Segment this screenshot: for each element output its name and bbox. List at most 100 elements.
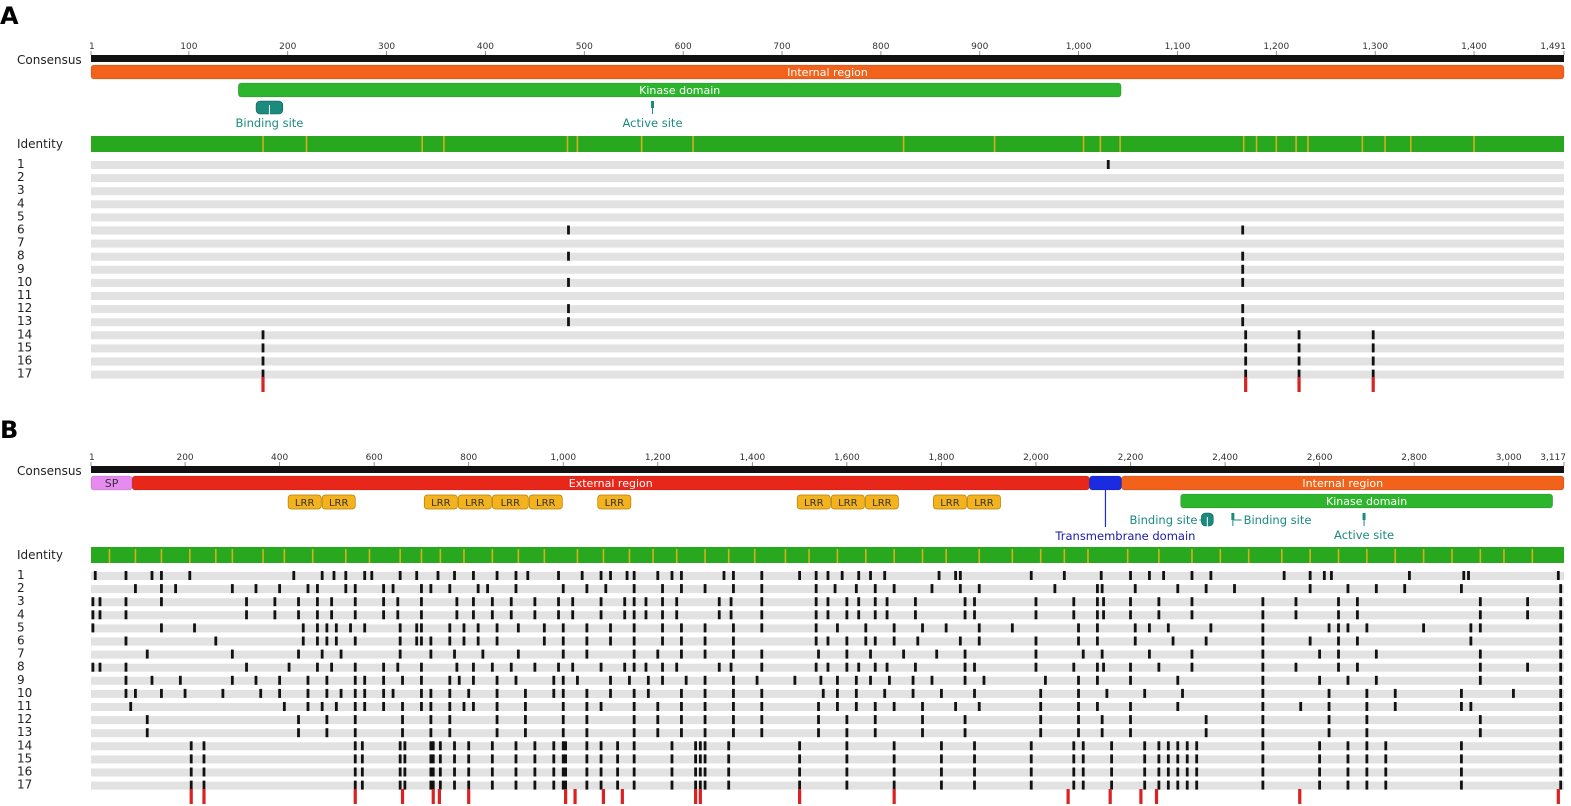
variant-mark <box>892 741 896 751</box>
variant-mark <box>467 688 471 698</box>
variant-mark <box>448 623 452 633</box>
variant-mark <box>1105 688 1109 698</box>
sequence-track <box>91 305 1564 314</box>
variant-mark <box>353 780 357 790</box>
variant-mark <box>703 728 707 738</box>
variant-mark <box>455 610 459 620</box>
variant-mark <box>836 688 839 698</box>
variant-mark <box>930 675 934 685</box>
variant-mark <box>1029 741 1033 751</box>
variant-mark <box>977 623 981 633</box>
variant-mark <box>1096 636 1099 646</box>
variant-mark <box>599 754 603 764</box>
sequence-label: 17 <box>17 367 32 381</box>
variant-mark <box>98 597 102 607</box>
variant-mark <box>1469 636 1473 646</box>
variant-mark <box>557 571 560 580</box>
variant-mark <box>1106 160 1110 169</box>
variant-mark <box>1393 688 1397 698</box>
variant-mark <box>698 741 702 751</box>
variant-mark <box>1241 251 1245 261</box>
variant-mark <box>609 571 612 580</box>
variant-mark <box>1318 754 1322 764</box>
site-marker <box>601 789 606 804</box>
variant-mark <box>1039 688 1043 698</box>
site-marker <box>694 789 698 804</box>
variant-mark <box>717 662 721 672</box>
variant-mark <box>1129 597 1132 607</box>
variant-mark <box>937 571 941 580</box>
variant-mark <box>514 584 518 594</box>
variant-mark <box>401 702 404 711</box>
variant-mark <box>1044 675 1047 685</box>
lrr-label: LRR <box>872 498 892 509</box>
variant-mark <box>857 571 861 580</box>
variant-mark <box>1029 767 1033 777</box>
variant-mark <box>1166 623 1170 633</box>
variant-mark <box>680 649 683 659</box>
variant-mark <box>732 688 735 698</box>
variant-mark <box>814 597 818 607</box>
variant-mark <box>644 597 648 607</box>
variant-mark <box>382 584 386 594</box>
variant-mark <box>415 623 419 633</box>
variant-mark <box>557 610 560 620</box>
variant-mark <box>514 780 518 790</box>
panel-letter: B <box>0 416 18 444</box>
variant-mark <box>193 623 196 633</box>
variant-mark <box>864 636 868 646</box>
variant-mark <box>398 623 402 633</box>
variant-mark <box>429 636 433 646</box>
variant-mark <box>1559 767 1563 777</box>
variant-mark <box>382 662 386 672</box>
sequence-track <box>91 729 1564 738</box>
variant-mark <box>873 662 877 672</box>
identity-dip <box>262 136 264 152</box>
variant-mark <box>1077 675 1080 685</box>
variant-mark <box>1081 767 1085 777</box>
variant-mark <box>1176 675 1180 685</box>
variant-mark <box>1371 343 1375 353</box>
variant-mark <box>1346 675 1350 685</box>
variant-mark <box>760 571 764 580</box>
variant-mark <box>363 623 367 633</box>
variant-mark <box>542 623 546 633</box>
variant-mark <box>1261 675 1265 685</box>
variant-mark <box>599 767 603 777</box>
variant-mark <box>1185 754 1189 764</box>
variant-mark <box>1556 571 1560 580</box>
variant-mark <box>585 767 589 777</box>
variant-mark <box>1176 702 1180 711</box>
variant-mark <box>273 610 277 620</box>
variant-mark <box>703 754 707 764</box>
variant-mark <box>420 702 423 711</box>
variant-mark <box>973 610 976 620</box>
variant-mark <box>124 662 128 672</box>
variant-mark <box>1244 343 1248 353</box>
variant-mark <box>349 623 352 633</box>
variant-mark <box>963 728 967 738</box>
variant-mark <box>661 662 664 672</box>
variant-mark <box>462 623 466 633</box>
variant-mark <box>632 636 636 646</box>
variant-mark <box>798 571 802 580</box>
variant-mark <box>1072 597 1076 607</box>
variant-mark <box>552 780 556 790</box>
variant-mark <box>1072 780 1076 790</box>
identity-dip <box>1275 136 1278 152</box>
variant-mark <box>1077 623 1080 633</box>
identity-dip <box>1337 549 1340 563</box>
variant-mark <box>398 780 402 790</box>
variant-mark <box>703 649 707 659</box>
variant-mark <box>1403 584 1407 594</box>
panel-a: A Consensus 1 100 200 300 400 500 600 700 800 900 1,… <box>0 2 1566 392</box>
ruler-tick-label: 400 <box>477 42 494 52</box>
variant-mark <box>599 702 603 711</box>
variant-mark <box>977 702 981 711</box>
variant-mark <box>1176 767 1180 777</box>
variant-mark <box>1110 754 1114 764</box>
variant-mark <box>391 584 395 594</box>
variant-mark <box>873 702 877 711</box>
variant-mark <box>1129 662 1132 672</box>
variant-mark <box>325 636 329 646</box>
